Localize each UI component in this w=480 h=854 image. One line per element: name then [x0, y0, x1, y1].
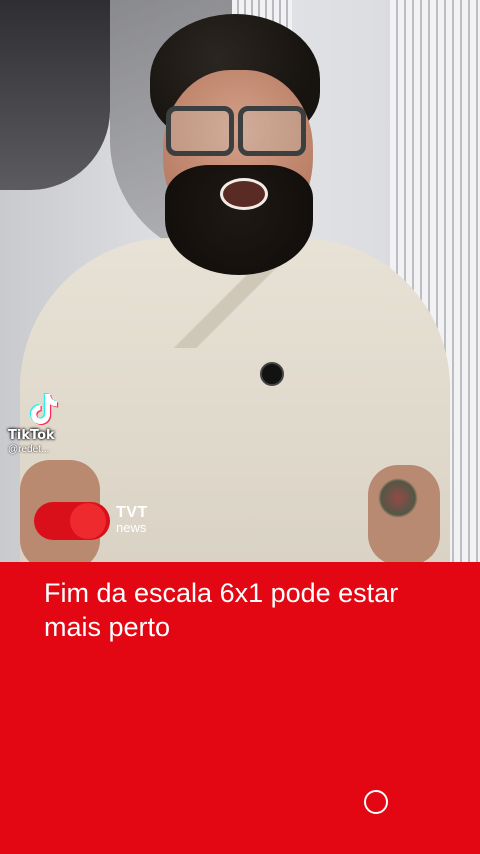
tvt-news-logo: TVT news: [34, 502, 164, 540]
tvt-logo-dot: [70, 503, 106, 539]
glasses: [166, 106, 306, 156]
tvt-logo-brand: TVT: [116, 504, 148, 521]
person-mouth: [220, 178, 268, 210]
glasses-lens: [166, 106, 234, 156]
arm-tattoo: [378, 478, 418, 518]
tiktok-handle: @redet...: [8, 444, 50, 455]
tiktok-watermark: TikTok @redet...: [8, 392, 78, 455]
circle-outline-icon[interactable]: [364, 790, 388, 814]
tiktok-logo-icon: [29, 393, 59, 425]
glasses-lens: [238, 106, 306, 156]
video-frame[interactable]: TikTok @redet... TVT news: [0, 0, 480, 562]
tvt-logo-sub: news: [116, 520, 147, 535]
wall-panel: [0, 0, 110, 190]
lapel-microphone: [260, 362, 284, 386]
tiktok-app-name: TikTok: [8, 428, 55, 443]
headline: Fim da escala 6x1 pode estar mais perto: [44, 578, 399, 642]
